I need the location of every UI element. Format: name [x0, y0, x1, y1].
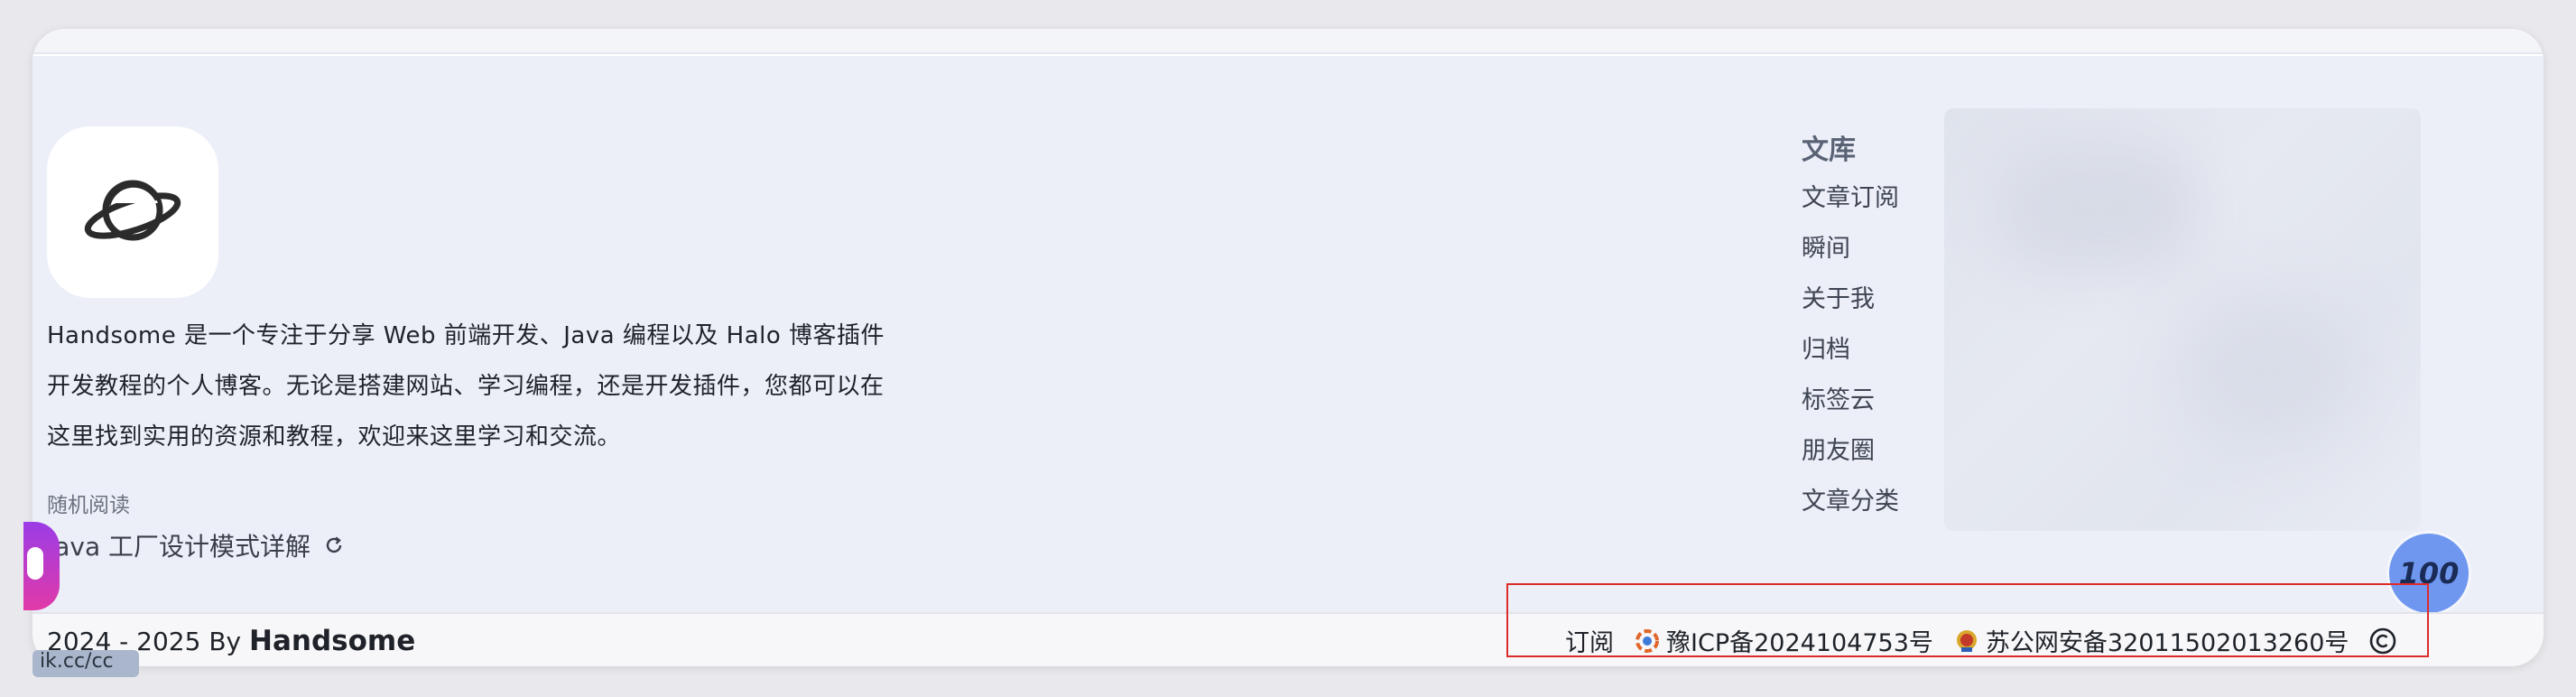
blurred-image-panel	[1944, 108, 2421, 531]
site-logo[interactable]	[47, 126, 218, 298]
intro-line: 开发教程的个人博客。无论是搭建网站、学习编程，还是开发插件，您都可以在	[47, 373, 885, 400]
footer-widget-area: Handsome 是一个专注于分享 Web 前端开发、Java 编程以及 Hal…	[32, 56, 2544, 612]
refresh-icon[interactable]	[323, 534, 345, 556]
floating-avatar[interactable]	[23, 522, 60, 610]
copyright-author[interactable]: Handsome	[249, 625, 415, 657]
planet-icon	[84, 180, 181, 241]
intro-line: Handsome 是一个专注于分享 Web 前端开发、Java 编程以及 Hal…	[47, 322, 885, 349]
site-intro: Handsome 是一个专注于分享 Web 前端开发、Java 编程以及 Hal…	[47, 311, 1022, 462]
highlight-box	[1506, 583, 2429, 657]
random-read-label: 随机阅读	[47, 494, 130, 517]
random-article-title[interactable]: Java 工厂设计模式详解	[47, 527, 310, 563]
floating-tag: ik.cc/cc	[32, 650, 139, 677]
intro-line: 这里找到实用的资源和教程，欢迎来这里学习和交流。	[47, 423, 622, 451]
random-article-link[interactable]: Java 工厂设计模式详解	[47, 527, 345, 563]
top-strip	[32, 29, 2544, 54]
browser-window: Handsome 是一个专注于分享 Web 前端开发、Java 编程以及 Hal…	[32, 29, 2544, 666]
